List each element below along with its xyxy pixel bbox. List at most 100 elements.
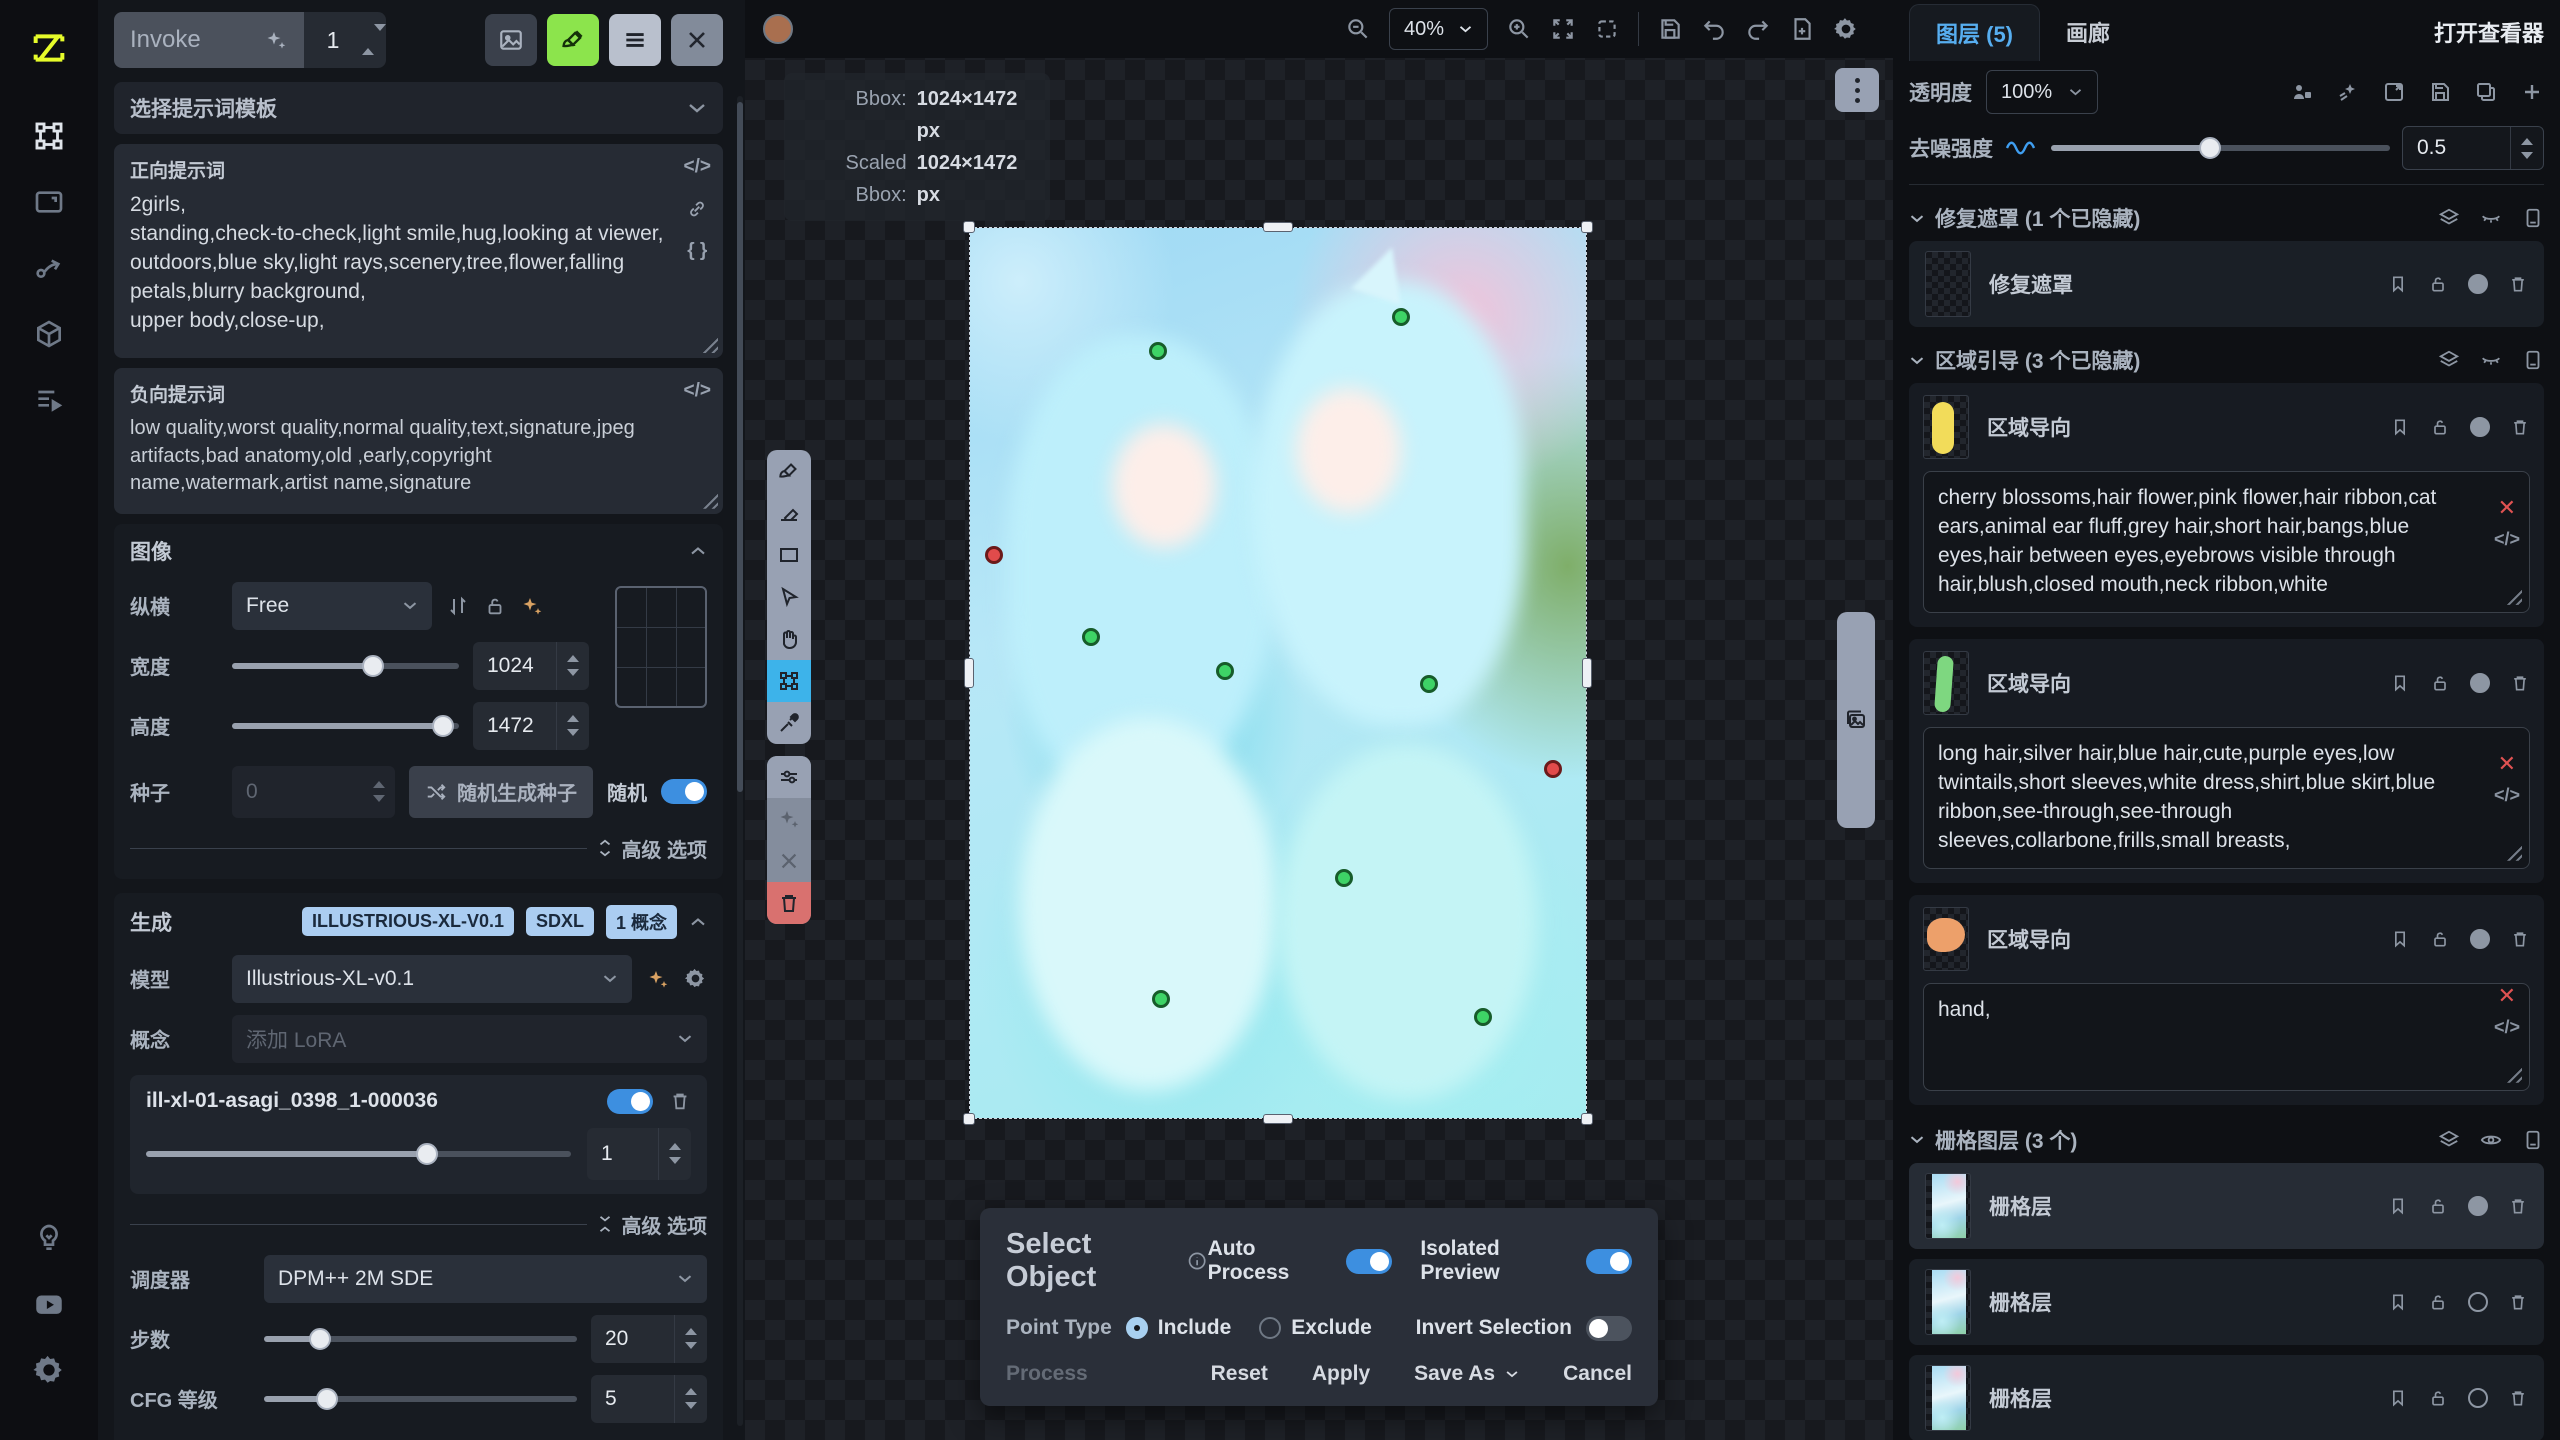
lora-weight-stepper[interactable]: 1: [587, 1128, 691, 1180]
pan-hand-tool[interactable]: [767, 618, 811, 660]
transform-icon[interactable]: [2382, 80, 2406, 104]
select-tool[interactable]: [767, 576, 811, 618]
opacity-select[interactable]: 100%: [1986, 70, 2098, 114]
model-select[interactable]: Illustrious-XL-v0.1: [232, 955, 632, 1003]
link-icon[interactable]: [686, 198, 708, 220]
lock-icon[interactable]: [2428, 274, 2448, 294]
trash-icon[interactable]: [2508, 1388, 2528, 1408]
tab-layers[interactable]: 图层 (5): [1909, 4, 2040, 61]
aspect-select[interactable]: Free: [232, 582, 432, 630]
open-viewer-button[interactable]: 打开查看器: [2434, 16, 2544, 48]
code-view-icon[interactable]: </>: [2494, 1017, 2520, 1038]
canvas-workspace[interactable]: 40% Bbox:1024×1472 px Scaled Bbox:1024×1…: [745, 0, 1893, 1440]
lock-icon[interactable]: [2428, 1196, 2448, 1216]
select-point-include[interactable]: [1082, 628, 1100, 646]
process-sparkle-tool-disabled[interactable]: [767, 798, 811, 840]
nav-viewer-icon[interactable]: [27, 180, 71, 224]
trash-icon[interactable]: [2510, 673, 2530, 693]
cfg-stepper[interactable]: 5: [591, 1375, 707, 1423]
rect-tool[interactable]: [767, 534, 811, 576]
regional-guidance-layer-card[interactable]: 区域导向 hand, ✕ </>: [1909, 895, 2544, 1105]
prompt-resize-handle[interactable]: [702, 337, 718, 353]
collapse-chevron-icon[interactable]: [689, 545, 707, 557]
youtube-icon[interactable]: [27, 1282, 71, 1326]
eye-closed-icon[interactable]: [2480, 207, 2502, 229]
trash-icon[interactable]: [2508, 274, 2528, 294]
bbox-handle-top[interactable]: [1263, 222, 1293, 232]
select-point-include[interactable]: [1149, 342, 1167, 360]
model-sparkle-icon[interactable]: [646, 967, 670, 991]
exclude-radio[interactable]: [1259, 1317, 1281, 1339]
bbox-handle-bottom-left[interactable]: [963, 1113, 975, 1125]
save-layer-icon[interactable]: [2428, 80, 2452, 104]
zoom-out-icon[interactable]: [1345, 16, 1371, 42]
panel-icon[interactable]: [2522, 349, 2544, 371]
image-mode-button[interactable]: [485, 14, 537, 66]
select-point-include[interactable]: [1420, 675, 1438, 693]
queue-count-stepper[interactable]: 1: [304, 12, 386, 68]
regional-prompt-input[interactable]: long hair,silver hair,blue hair,cute,pur…: [1923, 727, 2530, 869]
layers-icon[interactable]: [2438, 1129, 2460, 1151]
layer-visibility-dot[interactable]: [2470, 929, 2490, 949]
reset-button[interactable]: Reset: [1211, 1362, 1268, 1386]
color-swatch[interactable]: [763, 14, 793, 44]
eye-closed-icon[interactable]: [2480, 349, 2502, 371]
inpaint-mask-section-header[interactable]: 修复遮罩 (1 个已隐藏): [1909, 195, 2544, 241]
gallery-panel-toggle[interactable]: [1837, 612, 1875, 828]
zoom-level-select[interactable]: 40%: [1389, 8, 1488, 50]
nav-queue-icon[interactable]: [27, 378, 71, 422]
undo-icon[interactable]: [1701, 16, 1727, 42]
layer-visibility-dot[interactable]: [2468, 1196, 2488, 1216]
optimize-sparkle-icon[interactable]: [520, 594, 544, 618]
code-view-icon[interactable]: </>: [2494, 785, 2520, 806]
filter-tool[interactable]: [767, 756, 811, 798]
lock-icon[interactable]: [2430, 673, 2450, 693]
apply-button[interactable]: Apply: [1312, 1362, 1370, 1386]
regional-guidance-layer-card[interactable]: 区域导向 long hair,silver hair,blue hair,cut…: [1909, 639, 2544, 883]
code-view-icon[interactable]: </>: [2494, 529, 2520, 550]
delete-layer-tool[interactable]: [767, 882, 811, 924]
include-radio[interactable]: [1126, 1317, 1148, 1339]
eyedropper-tool[interactable]: [767, 702, 811, 744]
random-seed-button[interactable]: 随机生成种子: [409, 766, 593, 818]
bookmark-icon[interactable]: [2388, 1196, 2408, 1216]
isolated-preview-toggle[interactable]: [1586, 1249, 1632, 1274]
layer-visibility-dot[interactable]: [2470, 417, 2490, 437]
height-slider[interactable]: [232, 723, 459, 729]
collapse-chevron-icon[interactable]: [689, 916, 707, 928]
trash-icon[interactable]: [2508, 1196, 2528, 1216]
cancel-tool-disabled[interactable]: [767, 840, 811, 882]
select-point-include[interactable]: [1474, 1008, 1492, 1026]
canvas-settings-gear-icon[interactable]: [1833, 16, 1859, 42]
select-point-include[interactable]: [1335, 869, 1353, 887]
bbox-handle-bottom[interactable]: [1263, 1114, 1293, 1124]
generation-advanced-options[interactable]: 高级 选项: [597, 1210, 707, 1239]
bookmark-icon[interactable]: [2388, 1388, 2408, 1408]
model-settings-gear-icon[interactable]: [684, 967, 707, 990]
denoise-slider[interactable]: [2051, 145, 2390, 151]
select-point-include[interactable]: [1392, 308, 1410, 326]
cancel-button[interactable]: Cancel: [1563, 1362, 1632, 1386]
zoom-in-icon[interactable]: [1506, 16, 1532, 42]
bookmark-icon[interactable]: [2388, 274, 2408, 294]
bbox-tool-selected[interactable]: [767, 660, 811, 702]
regional-guidance-layer-card[interactable]: 区域导向 cherry blossoms,hair flower,pink fl…: [1909, 383, 2544, 627]
raster-layer-row-selected[interactable]: 栅格层: [1909, 1163, 2544, 1249]
lora-select[interactable]: 添加 LoRA: [232, 1015, 707, 1063]
nav-canvas-icon[interactable]: [27, 114, 71, 158]
bookmark-icon[interactable]: [2390, 929, 2410, 949]
regional-prompt-input[interactable]: cherry blossoms,hair flower,pink flower,…: [1923, 471, 2530, 613]
positive-prompt-input[interactable]: 2girls, standing,check-to-check,light sm…: [130, 191, 671, 336]
lock-icon[interactable]: [2428, 1292, 2448, 1312]
canvas-kebab-menu-button[interactable]: [1835, 68, 1879, 112]
seed-input[interactable]: 0: [232, 766, 395, 818]
bbox-handle-top-right[interactable]: [1581, 221, 1593, 233]
raster-layer-row[interactable]: 栅格层: [1909, 1259, 2544, 1345]
cfg-slider[interactable]: [264, 1396, 577, 1402]
height-stepper[interactable]: 1472: [473, 702, 589, 750]
swap-dimensions-icon[interactable]: [446, 594, 470, 618]
layer-visibility-dot[interactable]: [2468, 274, 2488, 294]
save-as-button[interactable]: Save As: [1414, 1362, 1519, 1386]
canvas-mode-button[interactable]: [547, 14, 599, 66]
bbox-handle-left[interactable]: [964, 658, 974, 688]
